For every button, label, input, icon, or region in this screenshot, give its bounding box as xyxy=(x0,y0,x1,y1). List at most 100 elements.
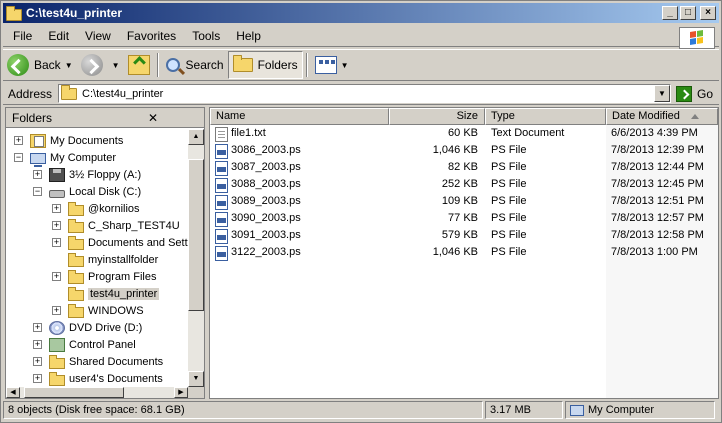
expand-icon[interactable]: + xyxy=(52,306,61,315)
tree-item[interactable]: +3½ Floppy (A:) xyxy=(33,167,141,183)
column-header-date[interactable]: Date Modified xyxy=(606,108,718,125)
folder-icon xyxy=(68,303,84,318)
close-button[interactable]: × xyxy=(700,6,716,20)
menu-edit[interactable]: Edit xyxy=(38,29,75,43)
address-dropdown-icon[interactable]: ▼ xyxy=(653,85,670,102)
folder-icon xyxy=(68,235,84,250)
file-name: 3086_2003.ps xyxy=(231,144,301,156)
menu-file[interactable]: File xyxy=(3,29,38,43)
tree-item[interactable]: + Shared Documents xyxy=(33,354,163,370)
menu-bar: File Edit View Favorites Tools Help xyxy=(3,25,719,49)
expand-icon[interactable]: + xyxy=(33,340,42,349)
scroll-right-icon[interactable]: ▶ xyxy=(174,387,188,398)
collapse-icon[interactable]: − xyxy=(33,187,42,196)
file-name: 3091_2003.ps xyxy=(231,229,301,241)
file-row[interactable]: 3086_2003.ps 1,046 KB PS File 7/8/2013 12:3… xyxy=(210,142,718,159)
expand-icon[interactable]: + xyxy=(33,170,42,179)
expand-icon[interactable]: + xyxy=(52,204,61,213)
folder-tree-vertical-scrollbar[interactable]: ▲ ▼ xyxy=(188,129,204,387)
expand-icon[interactable]: + xyxy=(33,357,42,366)
address-input[interactable]: C:\test4u_printer xyxy=(58,84,671,103)
tree-item[interactable]: − My Computer xyxy=(14,150,116,167)
expand-icon[interactable]: + xyxy=(33,323,42,332)
menu-help[interactable]: Help xyxy=(226,29,267,43)
tree-item[interactable]: + Control Panel xyxy=(33,337,136,353)
folders-button[interactable]: Folders xyxy=(227,51,303,79)
file-name: 3089_2003.ps xyxy=(231,195,301,207)
file-date-modified: 7/8/2013 1:00 PM xyxy=(611,246,698,258)
tree-item[interactable]: + My Documents xyxy=(14,133,124,149)
minimize-button[interactable]: _ xyxy=(662,6,678,20)
file-row[interactable]: 3089_2003.ps 109 KB PS File 7/8/2013 12:51 … xyxy=(210,193,718,210)
tree-item-label: myinstallfolder xyxy=(88,254,159,266)
floppy-icon xyxy=(49,168,65,182)
file-size: 82 KB xyxy=(448,161,478,173)
menu-tools[interactable]: Tools xyxy=(182,29,226,43)
file-date-modified: 7/8/2013 12:44 PM xyxy=(611,161,704,173)
scrollbar-thumb[interactable] xyxy=(188,159,204,311)
scrollbar-corner xyxy=(188,387,204,398)
menu-view[interactable]: View xyxy=(75,29,117,43)
file-type: Text Document xyxy=(491,127,565,139)
horizontal-scrollbar-thumb[interactable] xyxy=(24,387,124,398)
title-bar[interactable]: C:\test4u_printer _ □ × xyxy=(3,3,719,23)
forward-arrow-icon xyxy=(80,54,103,76)
tree-item[interactable]: + WINDOWS xyxy=(52,303,144,319)
sort-ascending-icon xyxy=(691,114,699,119)
expand-icon[interactable]: + xyxy=(14,136,23,145)
windows-logo-icon xyxy=(679,27,715,49)
file-size: 579 KB xyxy=(441,229,478,241)
tree-item[interactable]: + C_Sharp_TEST4U xyxy=(52,218,180,234)
file-type: PS File xyxy=(491,229,527,241)
menu-favorites[interactable]: Favorites xyxy=(117,29,182,43)
maximize-button[interactable]: □ xyxy=(680,6,696,20)
file-size: 252 KB xyxy=(441,178,478,190)
scroll-left-icon[interactable]: ◀ xyxy=(6,387,20,398)
up-button[interactable] xyxy=(124,51,154,79)
tree-item[interactable]: − Local Disk (C:) xyxy=(33,184,141,200)
file-date-modified: 7/8/2013 12:45 PM xyxy=(611,178,704,190)
folders-pane-close-icon[interactable]: ✕ xyxy=(106,111,200,125)
tree-item[interactable]: myinstallfolder xyxy=(68,252,158,268)
folder-title-icon xyxy=(6,5,22,21)
views-dropdown-icon[interactable]: ▼ xyxy=(341,61,349,70)
tree-item[interactable]: test4u_printer xyxy=(68,286,160,302)
forward-button[interactable]: ▼ xyxy=(77,51,124,79)
back-button[interactable]: Back ▼ xyxy=(3,51,77,79)
search-icon xyxy=(165,58,180,72)
tree-item[interactable]: + Documents and Setti xyxy=(52,235,188,251)
tree-item[interactable]: + user4's Documents xyxy=(33,371,163,387)
file-row[interactable]: 3122_2003.ps 1,046 KB PS File 7/8/2013 1:00… xyxy=(210,244,718,261)
column-header-type[interactable]: Type xyxy=(485,108,606,125)
tree-item-label: My Documents xyxy=(50,135,124,147)
file-row[interactable]: 3091_2003.ps 579 KB PS File 7/8/2013 12:58 … xyxy=(210,227,718,244)
back-dropdown-icon[interactable]: ▼ xyxy=(65,61,73,70)
go-button[interactable]: Go xyxy=(670,85,719,102)
folders-pane-header: Folders ✕ xyxy=(6,108,204,128)
file-row[interactable]: 3090_2003.ps 77 KB PS File 7/8/2013 12:57 P… xyxy=(210,210,718,227)
file-name: 3090_2003.ps xyxy=(231,212,301,224)
ps-file-icon xyxy=(215,246,228,261)
text-file-icon xyxy=(215,127,228,142)
search-button[interactable]: Search xyxy=(162,51,228,79)
expand-icon[interactable]: + xyxy=(52,238,61,247)
folder-icon xyxy=(68,252,84,267)
file-row[interactable]: 3088_2003.ps 252 KB PS File 7/8/2013 12:45 … xyxy=(210,176,718,193)
file-row[interactable]: file1.txt 60 KB Text Document 6/6/2013 4:39… xyxy=(210,125,718,142)
file-row[interactable]: 3087_2003.ps 82 KB PS File 7/8/2013 12:44 P… xyxy=(210,159,718,176)
folder-tree-horizontal-scrollbar[interactable]: ◀ ▶ xyxy=(6,387,188,398)
column-header-name[interactable]: Name xyxy=(210,108,389,125)
tree-item[interactable]: + DVD Drive (D:) xyxy=(33,320,142,336)
expand-icon[interactable]: + xyxy=(33,374,42,383)
expand-icon[interactable]: + xyxy=(52,221,61,230)
expand-icon[interactable]: + xyxy=(52,272,61,281)
scroll-down-icon[interactable]: ▼ xyxy=(188,371,204,387)
tree-item[interactable]: + @kornilios xyxy=(52,201,140,217)
views-button[interactable]: ▼ xyxy=(311,51,353,79)
collapse-icon[interactable]: − xyxy=(14,153,23,162)
scroll-up-icon[interactable]: ▲ xyxy=(188,129,204,145)
address-label: Address xyxy=(8,86,53,101)
tree-item[interactable]: + Program Files xyxy=(52,269,156,285)
forward-dropdown-icon[interactable]: ▼ xyxy=(112,61,120,70)
column-header-size[interactable]: Size xyxy=(389,108,485,125)
